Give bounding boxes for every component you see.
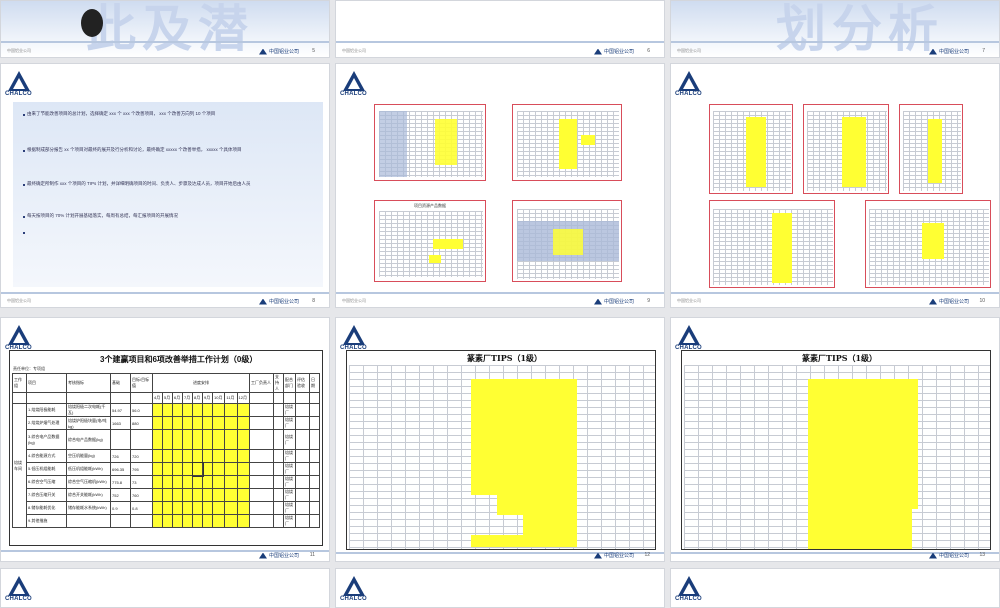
table-row: 6.综合空气压缩 综合空气压缩机(kWh) 775.8 73 焙烧厂 (13, 475, 320, 489)
table-row: 8.储存能耗优化 储存能耗水系统(kWh) 0.9 0.8 焙烧厂 (13, 501, 320, 515)
slide-number: 6 (647, 48, 650, 54)
thumbnail-4[interactable] (512, 200, 622, 282)
slide-title-art: 划分析 (776, 0, 944, 58)
slide-6[interactable]: 中国铝业公司 中国铝业公司 6 (335, 0, 665, 58)
footer-brand: 中国铝业公司 (928, 298, 969, 305)
footer-left: 中国铝业公司 (342, 48, 366, 53)
slide-11[interactable]: CHALCO 3个建赢项目和6项改善举措工作计划（0级） 责任单位：专项组 工作… (0, 317, 330, 562)
plan-title: 3个建赢项目和6项改善举措工作计划（0级） (100, 355, 258, 364)
slide-number: 10 (979, 298, 985, 304)
slide-14[interactable]: CHALCO (0, 568, 330, 608)
logo-text: CHALCO (675, 596, 702, 602)
thumbnail-2[interactable] (512, 104, 622, 181)
thumbnail-3[interactable] (899, 104, 963, 194)
footer-brand: 中国铝业公司 (928, 48, 969, 55)
slide-number: 8 (312, 298, 315, 304)
bullet-4: 每天按项目的 70% 计划开展基础落实，每周有总结，每汇报项目的开展情况 (27, 213, 179, 218)
slide-9[interactable]: CHALCO 项目资源产品数据 中国铝业公司 中国铝业公司 9 (335, 63, 665, 308)
logo-text: CHALCO (675, 91, 702, 97)
logo-text: CHALCO (340, 91, 367, 97)
thumbnail-3[interactable]: 项目资源产品数据 (374, 200, 486, 282)
footer-left: 中国铝业公司 (342, 298, 366, 303)
plan-table: 工作组 项目 考核指标 基础 目标/目标值 进度安排 工厂负责人 支持人 配合部… (12, 373, 320, 528)
plan-subtitle: 责任单位：专项组 (13, 366, 45, 371)
slide-number: 9 (647, 298, 650, 304)
slide-15[interactable]: CHALCO (335, 568, 665, 608)
table-row: 3.综合电产品数据(kg) 综合电产品数据(kg) 焙烧厂 (13, 429, 320, 450)
slide-7[interactable]: 划分析 中国铝业公司 中国铝业公司 7 (670, 0, 1000, 58)
table-row: 9.其他措施 焙烧厂 (13, 514, 320, 528)
table-row: 5.低压机组能耗 低压机组能耗(kWh) 696.35 795 焙烧厂 (13, 461, 320, 477)
table-row: 7.综合压缩开关 综合开关能耗(kWh) 752 760 焙烧厂 (13, 488, 320, 502)
footer-left: 中国铝业公司 (677, 298, 701, 303)
chalco-logo-icon (343, 71, 365, 91)
slide-12[interactable]: CHALCO 篆素厂TIPS（1级） 中国铝业公司 12 (335, 317, 665, 562)
slide-10[interactable]: CHALCO 中国铝业公司 中国铝业公司 10 (670, 63, 1000, 308)
tips-title: 篆素厂TIPS（1级） (802, 353, 878, 363)
tips-title: 篆素厂TIPS（1级） (467, 353, 543, 363)
chalco-logo-icon (678, 576, 700, 596)
chalco-logo-icon (343, 325, 365, 345)
chalco-logo-icon (678, 325, 700, 345)
footer-brand: 中国铝业公司 (593, 48, 634, 55)
bullet-2: 根据制成部分报告 xx 个项目对最终的展开及行分析和讨论，最终确定 xxxxx … (27, 147, 242, 152)
chalco-logo-icon (8, 576, 30, 596)
chalco-logo-icon (8, 71, 30, 91)
thumbnail-1[interactable] (374, 104, 486, 181)
slide-16[interactable]: CHALCO (670, 568, 1000, 608)
footer-left: 中国铝业公司 (677, 48, 701, 53)
chalco-logo-icon (343, 576, 365, 596)
footer-brand: 中国铝业公司 (258, 298, 299, 305)
plan-sheet: 3个建赢项目和6项改善举措工作计划（0级） 责任单位：专项组 工作组 项目 考核… (9, 350, 323, 546)
content-panel (13, 102, 323, 287)
footer-brand: 中国铝业公司 (928, 552, 969, 559)
thumbnail-2[interactable] (803, 104, 889, 194)
slide-5[interactable]: 此及潜 中国铝业公司 中国铝业公司 5 (0, 0, 330, 58)
footer-left: 中国铝业公司 (7, 298, 31, 303)
footer-brand: 中国铝业公司 (593, 552, 634, 559)
chalco-logo-icon (678, 71, 700, 91)
tips-sheet: 篆素厂TIPS（1级） (681, 350, 991, 550)
thumbnail-4[interactable] (709, 200, 835, 288)
thumbnail-title: 项目资源产品数据 (414, 203, 446, 208)
thumbnail-5[interactable] (865, 200, 991, 288)
slide-number: 12 (644, 552, 650, 558)
chalco-logo-icon (8, 325, 30, 345)
footer-brand: 中国铝业公司 (258, 48, 299, 55)
table-row: 2.焙烧炉烟气处理 焙烧炉阳极块量(电/吨kg) 1663 880 焙烧厂 (13, 416, 320, 430)
tips-sheet: 篆素厂TIPS（1级） (346, 350, 656, 550)
slide-number: 13 (979, 552, 985, 558)
logo-text: CHALCO (5, 91, 32, 97)
slide-8[interactable]: CHALCO 由来了节能改善项目的总计划，选择确定 xxx 个 xxx 个改善项… (0, 63, 330, 308)
footer-left: 中国铝业公司 (7, 48, 31, 53)
bullet-3: 最终确定所制作 xxx 个项目的 TIPs 计划，并详细明确项目的时间、负责人、… (27, 181, 251, 186)
slide-13[interactable]: CHALCO 篆素厂TIPS（1级） 中国铝业公司 13 (670, 317, 1000, 562)
logo-text: CHALCO (5, 596, 32, 602)
logo-text: CHALCO (340, 596, 367, 602)
slide-number: 11 (309, 552, 315, 558)
table-row: 焙烧车间 1.焙烧阳极能耗 焙烧阳极二次电耗(千瓦) 54.97 56.0 焙烧厂 (12, 403, 320, 528)
footer-brand: 中国铝业公司 (593, 298, 634, 305)
number-badge (81, 9, 103, 37)
slide-number: 5 (312, 48, 315, 54)
slide-title-art: 此及潜 (86, 0, 254, 58)
slide-number: 7 (982, 48, 985, 54)
footer-brand: 中国铝业公司 (258, 552, 299, 559)
table-row: 4.综合能源方式 空压机能量(kg) 726 720 焙烧厂 (13, 449, 320, 463)
bullet-1: 由来了节能改善项目的总计划，选择确定 xxx 个 xxx 个改善项目， xxx … (27, 111, 216, 116)
thumbnail-1[interactable] (709, 104, 793, 194)
